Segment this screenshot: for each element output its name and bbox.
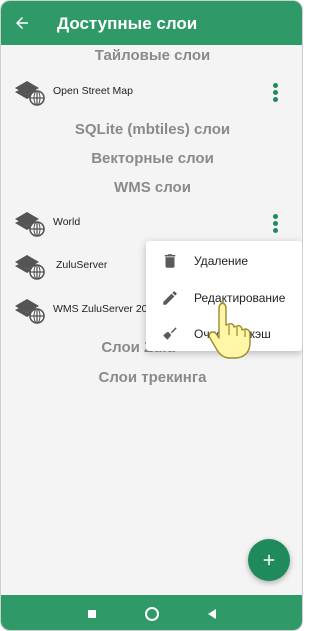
section-header-tile: Тайловые слои — [94, 47, 211, 64]
menu-item-delete[interactable]: Удаление — [146, 243, 302, 279]
home-button[interactable] — [142, 604, 162, 624]
layer-row-open-street-map[interactable]: Open Street Map — [1, 73, 302, 111]
trash-icon — [164, 254, 176, 268]
section-header-vector: Векторные слои — [91, 150, 214, 167]
layer-name: World — [53, 216, 81, 228]
circle-icon — [145, 607, 159, 621]
back-button[interactable] — [9, 10, 35, 36]
menu-item-label: Удаление — [194, 254, 249, 268]
app-bar: Доступные слои — [1, 1, 302, 45]
section-header-sqlite: SQLite (mbtiles) слои — [74, 121, 231, 138]
square-icon — [88, 610, 96, 618]
plus-icon — [263, 554, 275, 566]
recent-apps-button[interactable] — [82, 604, 102, 624]
back-nav-button[interactable] — [202, 604, 222, 624]
app-screen: Доступные слои Тайловые слои Open Street… — [0, 0, 303, 631]
page-title: Доступные слои — [57, 14, 198, 33]
layers-globe-icon — [15, 81, 45, 106]
layers-globe-icon — [15, 255, 45, 280]
layer-name: Open Street Map — [53, 85, 133, 97]
pencil-icon — [163, 291, 177, 305]
more-options-icon[interactable] — [267, 208, 285, 238]
layers-globe-icon — [15, 212, 45, 237]
layer-name: ZuluServer — [56, 259, 108, 271]
pointer-hand-icon — [208, 302, 251, 359]
layer-row-world[interactable]: World — [1, 204, 302, 242]
triangle-back-icon — [208, 609, 216, 619]
section-header-tracking: Слои трекинга — [98, 369, 207, 386]
more-options-icon[interactable] — [267, 77, 285, 107]
arrow-left-icon — [16, 17, 28, 29]
layer-name: WMS ZuluServer 20 — [53, 303, 148, 315]
add-layer-button[interactable] — [248, 539, 290, 581]
system-nav-bar — [1, 595, 302, 630]
layers-globe-icon — [15, 299, 45, 324]
section-header-wms: WMS слои — [114, 179, 191, 196]
broom-icon — [163, 327, 177, 340]
